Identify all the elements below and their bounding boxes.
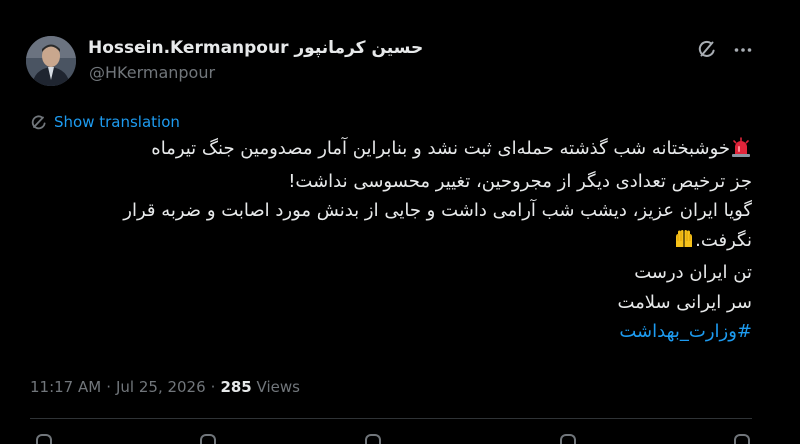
more-icon[interactable]: [734, 47, 752, 53]
bookmark-icon[interactable]: [560, 434, 576, 444]
meta-separator: ·: [210, 378, 216, 396]
tweet-line: جز ترخیص تعدادی دیگر از مجروحین، تغییر م…: [288, 170, 752, 192]
divider: [30, 418, 752, 419]
raising-hands-emoji: [674, 229, 694, 259]
share-icon[interactable]: [734, 434, 750, 444]
tweet-meta: 11:17 AM · Jul 25, 2026 · 285 Views: [30, 378, 300, 396]
tweet-line: تن ایران درست: [634, 262, 752, 283]
reply-icon[interactable]: [36, 434, 52, 444]
tweet-line: نگرفت.: [52, 226, 752, 259]
siren-emoji: [731, 137, 751, 167]
tweet-line: گویا ایران عزیز، دیشب شب آرامی داشت و جا…: [123, 200, 752, 221]
tweet-line-text: خوشبختانه شب گذشته حمله‌ای ثبت نشد و بنا…: [151, 138, 730, 159]
meta-separator: ·: [106, 378, 111, 396]
author-display-name[interactable]: Hossein.Kermanpour حسین کرمانپور: [88, 38, 423, 58]
translate-icon: [31, 115, 46, 130]
hashtag-link[interactable]: #وزارت_بهداشت: [52, 317, 752, 347]
show-translation-label: Show translation: [54, 113, 180, 131]
tweet-line: سر ایرانی سلامت: [617, 291, 752, 313]
show-translation-button[interactable]: Show translation: [30, 111, 180, 133]
avatar[interactable]: [26, 36, 76, 86]
views-label: Views: [256, 378, 300, 396]
author-handle[interactable]: @HKermanpour: [89, 63, 215, 82]
grok-icon[interactable]: [696, 38, 718, 60]
repost-icon[interactable]: [200, 434, 216, 444]
views-count[interactable]: 285: [220, 378, 251, 396]
tweet-date[interactable]: Jul 25, 2026: [116, 378, 206, 396]
tweet-line-text: نگرفت.: [695, 229, 752, 251]
tweet-line: خوشبختانه شب گذشته حمله‌ای ثبت نشد و بنا…: [52, 134, 752, 167]
avatar-photo: [26, 36, 76, 86]
tweet-time[interactable]: 11:17 AM: [30, 378, 101, 396]
tweet-text: خوشبختانه شب گذشته حمله‌ای ثبت نشد و بنا…: [52, 134, 752, 347]
like-icon[interactable]: [365, 434, 381, 444]
